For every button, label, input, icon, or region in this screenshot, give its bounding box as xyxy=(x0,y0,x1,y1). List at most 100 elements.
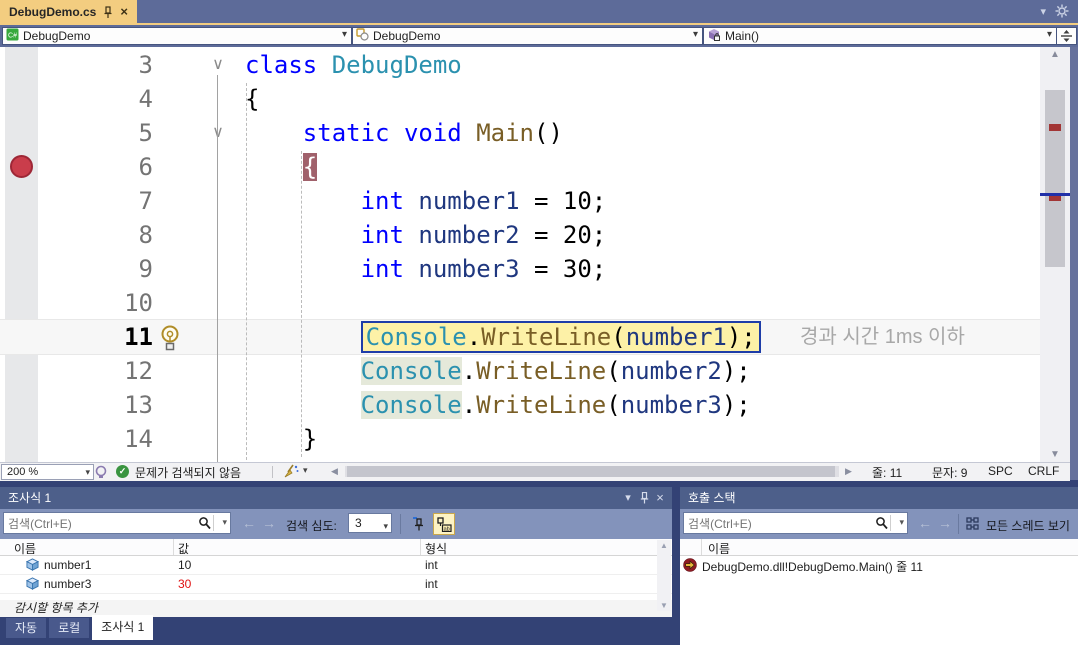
code-line-12[interactable]: 12 Console.WriteLine(number2); xyxy=(0,354,1040,388)
code-token: WriteLine xyxy=(476,357,606,385)
perf-tip[interactable]: 경과 시간 1ms 이하 xyxy=(800,320,965,354)
window-dropdown-icon[interactable]: ▾ xyxy=(1040,5,1046,18)
code-line-10[interactable]: 10 xyxy=(0,286,1040,320)
search-icon[interactable] xyxy=(198,516,211,535)
call-stack-frame-0[interactable]: DebugDemo.dll!DebugDemo.Main() 줄 11 xyxy=(680,556,1078,574)
scrollbar-thumb[interactable] xyxy=(1045,90,1065,267)
type-dropdown[interactable]: DebugDemo ▾ xyxy=(352,27,703,45)
column-divider[interactable] xyxy=(420,539,421,555)
watch-panel: 조사식 1 ▾ × ▾ ← → 검색 심도: 3 ▾ ab 이름 xyxy=(0,487,672,613)
project-dropdown[interactable]: C# DebugDemo ▾ xyxy=(2,27,352,45)
watch-scrollbar[interactable]: ▲ ▼ xyxy=(657,540,671,611)
chevron-down-icon[interactable]: ▾ xyxy=(303,465,308,476)
svg-text:C#: C# xyxy=(8,33,17,40)
code-token: class xyxy=(245,51,332,79)
current-statement-box: Console.WriteLine(number1); xyxy=(361,321,761,353)
split-editor-button[interactable] xyxy=(1056,27,1077,45)
close-icon[interactable]: × xyxy=(652,487,668,509)
search-next-icon[interactable]: → xyxy=(262,515,276,531)
gear-icon[interactable] xyxy=(1055,4,1069,23)
search-next-icon[interactable]: → xyxy=(938,515,952,531)
column-divider[interactable] xyxy=(173,539,174,555)
variable-icon xyxy=(26,577,39,593)
scroll-left-icon[interactable]: ◀ xyxy=(331,466,338,477)
call-stack-title-bar[interactable]: 호출 스택 xyxy=(680,487,1078,509)
watch-value-cell[interactable]: 10 xyxy=(178,558,191,572)
code-token: ); xyxy=(722,391,751,419)
code-token: ); xyxy=(727,323,756,351)
threads-icon xyxy=(966,516,981,536)
code-line-11[interactable]: 11 Console.WriteLine(number1);경과 시간 1ms … xyxy=(0,320,1040,354)
scroll-down-icon[interactable]: ▼ xyxy=(657,601,671,610)
fold-collapse-icon[interactable]: ∨ xyxy=(205,116,231,150)
scroll-right-icon[interactable]: ▶ xyxy=(845,466,852,477)
scroll-up-icon[interactable]: ▲ xyxy=(1040,49,1070,60)
search-prev-icon[interactable]: ← xyxy=(918,515,932,531)
code-line-14[interactable]: 14 } xyxy=(0,422,1040,456)
search-prev-icon[interactable]: ← xyxy=(242,515,256,531)
watch-row-number1[interactable]: number110int xyxy=(0,556,672,575)
code-text: } xyxy=(245,422,317,456)
feedback-icon[interactable] xyxy=(94,465,108,482)
view-all-threads-button[interactable]: 모든 스레드 보기 xyxy=(986,517,1070,534)
code-editor[interactable]: 3∨class DebugDemo4{5∨ static void Main()… xyxy=(0,47,1040,462)
line-number: 7 xyxy=(38,184,153,218)
lightbulb-icon[interactable] xyxy=(159,324,181,356)
watch-pin-properties-button[interactable] xyxy=(407,513,429,535)
code-cleanup-icon[interactable] xyxy=(283,464,299,482)
watch-value-cell[interactable]: 30 xyxy=(178,577,191,591)
indent-guide xyxy=(301,151,302,457)
chevron-down-icon: ▾ xyxy=(342,29,347,40)
scroll-up-icon[interactable]: ▲ xyxy=(657,541,671,550)
code-line-3[interactable]: 3∨class DebugDemo xyxy=(0,48,1040,82)
watch-row-number3[interactable]: number330int xyxy=(0,575,672,594)
search-icon[interactable] xyxy=(875,516,888,535)
insert-mode-indicator: SPC xyxy=(988,464,1013,478)
code-line-8[interactable]: 8 int number2 = 20; xyxy=(0,218,1040,252)
pin-icon[interactable] xyxy=(636,487,652,509)
watch-search-box[interactable]: ▾ xyxy=(3,512,231,534)
code-token xyxy=(404,187,418,215)
line-number: 12 xyxy=(38,354,153,388)
panel-tab-0[interactable]: 자동 xyxy=(6,618,46,638)
current-line-marker xyxy=(1040,193,1070,196)
health-message[interactable]: 문제가 검색되지 않음 xyxy=(135,464,241,481)
watch-search-input[interactable] xyxy=(4,514,180,534)
code-line-4[interactable]: 4{ xyxy=(0,82,1040,116)
scroll-down-icon[interactable]: ▼ xyxy=(1040,449,1070,460)
code-token xyxy=(245,119,303,147)
code-line-5[interactable]: 5∨ static void Main() xyxy=(0,116,1040,150)
window-position-icon[interactable]: ▾ xyxy=(620,487,636,509)
line-number: 5 xyxy=(38,116,153,150)
chevron-down-icon[interactable]: ▾ xyxy=(899,517,904,528)
search-depth-dropdown[interactable]: 3 ▾ xyxy=(348,513,392,533)
scrollbar-thumb[interactable] xyxy=(347,466,835,477)
code-line-9[interactable]: 9 int number3 = 30; xyxy=(0,252,1040,286)
call-stack-toolbar: ▾ ← → 모든 스레드 보기 xyxy=(680,509,1078,539)
indent-guide xyxy=(246,83,247,462)
chevron-down-icon[interactable]: ▾ xyxy=(222,517,227,528)
line-number: 9 xyxy=(38,252,153,286)
svg-text:ab: ab xyxy=(443,526,449,532)
code-line-7[interactable]: 7 int number1 = 10; xyxy=(0,184,1040,218)
call-stack-search-box[interactable]: ▾ xyxy=(683,512,908,534)
divider xyxy=(958,514,959,534)
health-check-icon[interactable]: ✓ xyxy=(116,465,129,478)
member-dropdown[interactable]: Main() ▾ xyxy=(703,27,1057,45)
fold-collapse-icon[interactable]: ∨ xyxy=(205,48,231,82)
horizontal-scrollbar[interactable] xyxy=(345,466,839,477)
watch-raw-view-button[interactable]: ab xyxy=(433,513,455,535)
tab-debugdemo-cs[interactable]: DebugDemo.cs × xyxy=(0,0,137,23)
pin-icon[interactable] xyxy=(103,6,113,18)
watch-name-cell: number3 xyxy=(44,577,91,591)
call-stack-search-input[interactable] xyxy=(684,514,860,534)
code-line-13[interactable]: 13 Console.WriteLine(number3); xyxy=(0,388,1040,422)
zoom-level-dropdown[interactable]: 200 % ▾ xyxy=(1,464,94,480)
panel-tab-1[interactable]: 로컬 xyxy=(49,618,89,638)
code-line-6[interactable]: 6 { xyxy=(0,150,1040,184)
watch-panel-title-bar[interactable]: 조사식 1 ▾ × xyxy=(0,487,672,509)
panel-tab-2[interactable]: 조사식 1 xyxy=(92,615,153,640)
close-icon[interactable]: × xyxy=(120,5,128,18)
watch-toolbar: ▾ ← → 검색 심도: 3 ▾ ab xyxy=(0,509,672,539)
vertical-scrollbar[interactable]: ▲ ▼ xyxy=(1040,47,1070,462)
